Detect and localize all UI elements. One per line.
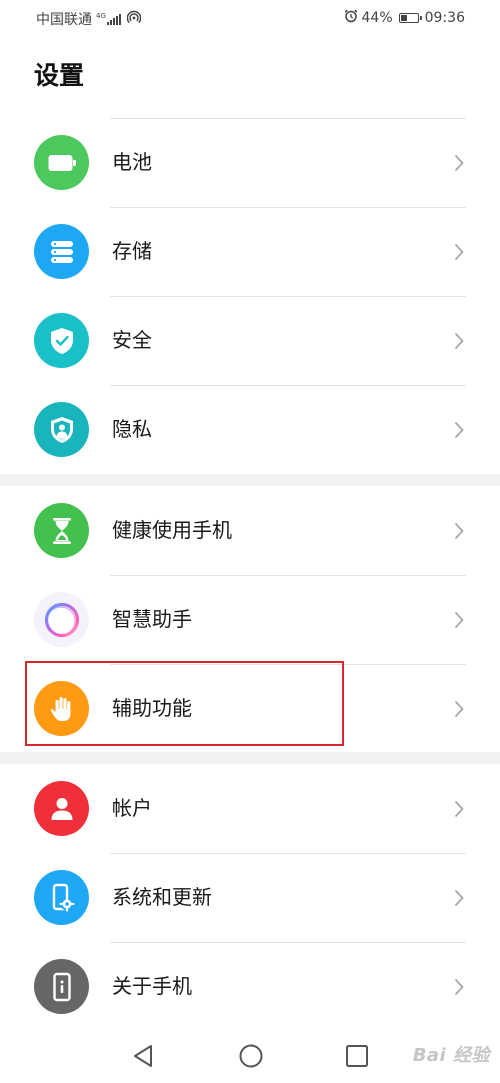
chevron-right-icon [454,978,464,1000]
chevron-right-icon [454,611,464,633]
divider [110,207,466,208]
divider [110,385,466,386]
chevron-right-icon [454,154,464,176]
smart-assistant-ring-icon [34,592,89,647]
clock: 09:36 [424,10,465,26]
settings-item-smart-assistant[interactable]: 智慧助手 [0,575,500,664]
chevron-right-icon [454,889,464,911]
hourglass-icon [34,503,89,558]
settings-item-label: 电池 [112,150,152,174]
settings-item-system-update[interactable]: 系统和更新 [0,853,500,942]
settings-item-label: 智慧助手 [112,607,192,631]
settings-item-privacy[interactable]: 隐私 [0,385,500,474]
storage-icon [34,224,89,279]
recents-button[interactable] [345,1043,369,1073]
settings-item-about-phone[interactable]: 关于手机 [0,942,500,1031]
network-type: 4G [96,12,106,20]
section-separator [0,474,500,486]
settings-item-label: 关于手机 [112,974,192,998]
status-left: 中国联通 4G [36,9,142,29]
chevron-right-icon [454,522,464,544]
watermark: Bai 经验 [412,1045,490,1066]
battery-percent: 44% [361,10,393,26]
divider [110,296,466,297]
chevron-right-icon [454,700,464,722]
settings-item-battery[interactable]: 电池 [0,118,500,207]
settings-item-storage[interactable]: 存储 [0,207,500,296]
person-icon [34,781,89,836]
status-right: 44% 09:36 [344,9,465,27]
settings-item-digital-balance[interactable]: 健康使用手机 [0,486,500,575]
carrier-name: 中国联通 [36,12,92,28]
status-bar: 中国联通 4G 44% 09:36 [0,0,500,36]
settings-item-label: 帐户 [112,796,152,820]
chevron-right-icon [454,421,464,443]
section-separator [0,752,500,764]
settings-item-label: 隐私 [112,417,152,441]
settings-item-label: 存储 [112,239,152,263]
settings-item-security[interactable]: 安全 [0,296,500,385]
home-button[interactable] [238,1043,264,1073]
battery-icon [398,13,422,23]
chevron-right-icon [454,800,464,822]
highlight-box [25,661,344,746]
chevron-right-icon [454,243,464,265]
chevron-right-icon [454,332,464,354]
hotspot-icon [126,10,142,28]
settings-item-label: 系统和更新 [112,885,212,909]
settings-item-label: 安全 [112,328,152,352]
privacy-shield-icon [34,402,89,457]
phone-gear-icon [34,870,89,925]
phone-info-icon [34,959,89,1014]
divider [110,118,466,119]
back-button[interactable] [131,1043,155,1073]
settings-item-label: 健康使用手机 [112,518,232,542]
shield-check-icon [34,313,89,368]
signal-icon: 4G [96,13,121,25]
battery-icon [34,135,89,190]
settings-item-account[interactable]: 帐户 [0,764,500,853]
alarm-icon [344,9,358,27]
page-title: 设置 [34,61,85,90]
